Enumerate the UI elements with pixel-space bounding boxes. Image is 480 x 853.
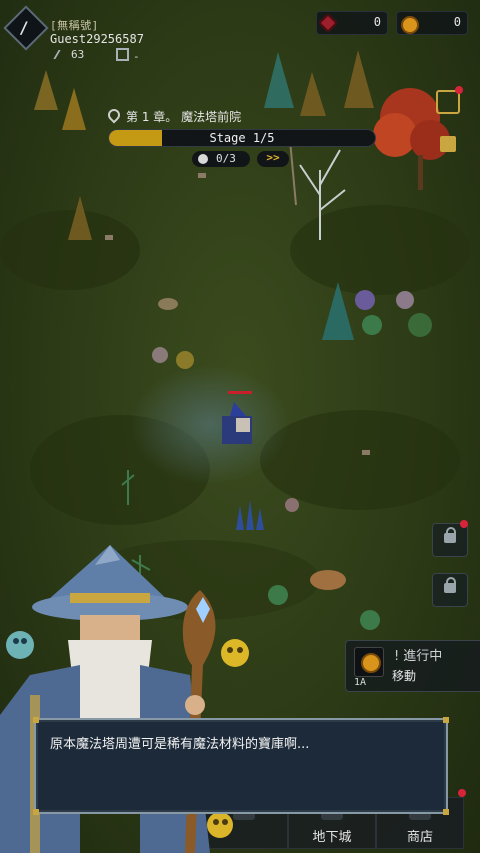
gem-counter[interactable]: 0: [316, 11, 388, 35]
quest-task: 移動: [392, 669, 417, 683]
nav-dungeon-label: 地下城: [312, 830, 352, 845]
skull-icon: [198, 154, 208, 164]
combat-power: 63: [53, 48, 85, 61]
quest-reward-slot: [354, 647, 384, 677]
player-health-bar: [228, 391, 252, 394]
coin-icon: [361, 653, 381, 673]
notification-dot: [460, 520, 468, 528]
dialog-corner: [443, 809, 449, 815]
dialog-corner: [443, 717, 449, 723]
coin-count: 0: [453, 15, 461, 29]
player-title: [無稱號]: [50, 19, 99, 32]
profile-panel[interactable]: / [無稱號] Guest29256587 63 -: [3, 5, 166, 63]
tree-group: [34, 50, 374, 340]
nav-shop-label: 商店: [406, 830, 433, 845]
chapter-title-text: 第 1 章。 魔法塔前院: [126, 110, 242, 124]
combat-power-value: 63: [71, 48, 85, 61]
fast-forward-button[interactable]: >>: [257, 151, 289, 167]
kill-count: 0/3: [216, 152, 236, 165]
quest-panel[interactable]: 1A ! 進行中 移動: [345, 640, 480, 692]
gem-count: 0: [373, 15, 381, 29]
secondary-stat: -: [116, 48, 140, 63]
stage-progress-bar: Stage 1/5: [108, 129, 376, 147]
player-name: Guest29256587: [50, 32, 144, 46]
sword-icon: [53, 50, 70, 59]
dialog-box[interactable]: 原本魔法塔周遭可是稀有魔法材料的寶庫啊...: [33, 717, 449, 815]
locked-button-2[interactable]: [432, 573, 468, 607]
notification-dot: [458, 789, 466, 797]
locked-button-1[interactable]: [432, 523, 468, 557]
coin-icon: [401, 16, 419, 34]
dialog-text: 原本魔法塔周遭可是稀有魔法材料的寶庫啊...: [50, 737, 310, 752]
quest-level: 1A: [354, 677, 367, 688]
avatar-glyph: /: [19, 18, 29, 37]
quest-status-text: 進行中: [403, 649, 443, 664]
quest-status: ! 進行中: [394, 645, 442, 664]
bag-icon[interactable]: [440, 136, 456, 152]
lock-icon: [444, 527, 456, 543]
stat-icon: [116, 48, 129, 61]
gem-icon: [318, 13, 338, 33]
chapter-title: 第 1 章。 魔法塔前院: [105, 106, 242, 125]
kill-counter: 0/3: [192, 151, 250, 167]
secondary-stat-value: -: [133, 50, 140, 63]
game-screen: / [無稱號] Guest29256587 63 - 0 0 第 1 章。 魔法…: [0, 0, 480, 853]
notification-dot: [455, 86, 463, 94]
lock-icon: [444, 577, 456, 593]
dialog-corner: [33, 809, 39, 815]
map-pin-icon: [105, 106, 123, 124]
coin-counter[interactable]: 0: [396, 11, 468, 35]
stage-label: Stage 1/5: [209, 131, 275, 145]
dialog-corner: [33, 717, 39, 723]
alert-icon: !: [394, 649, 400, 664]
